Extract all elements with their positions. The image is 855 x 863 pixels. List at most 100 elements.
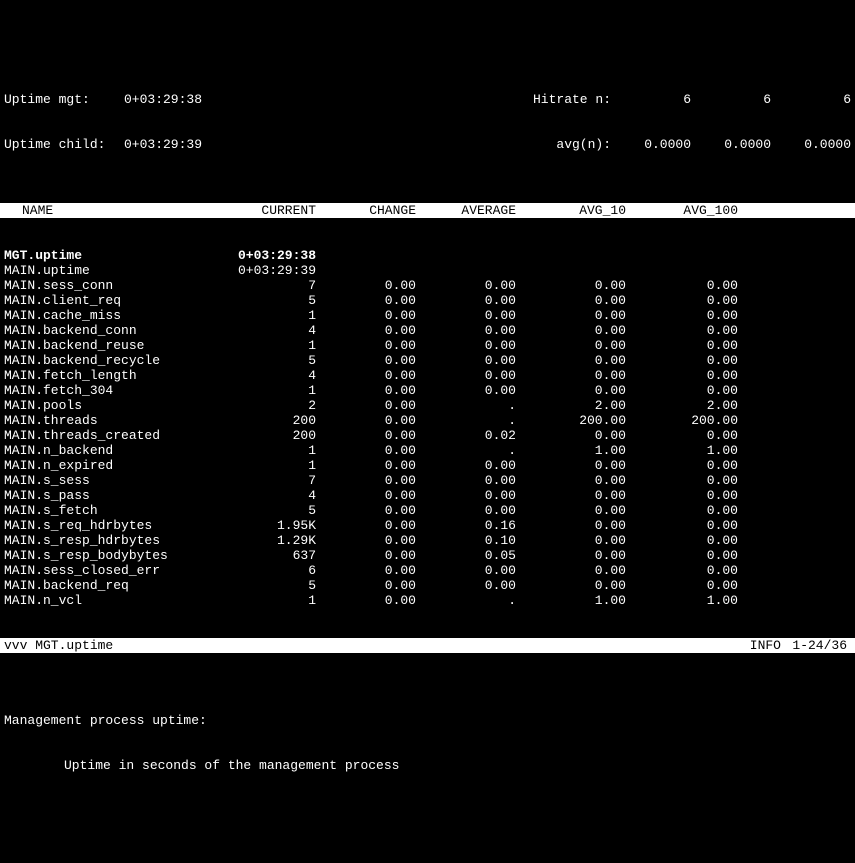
cell-avg10: 2.00 [516, 398, 626, 413]
cell-avg10: 1.00 [516, 443, 626, 458]
hitrate-v2: 6 [691, 92, 771, 107]
cell-current: 1 [234, 338, 316, 353]
avgn-v2: 0.0000 [691, 137, 771, 152]
counter-name: MAIN.threads [4, 413, 234, 428]
hitrate-label: Hitrate n: [511, 92, 611, 107]
cell-change: 0.00 [316, 503, 416, 518]
cell-change: 0.00 [316, 473, 416, 488]
cell-avg100: 1.00 [626, 593, 738, 608]
cell-current: 5 [234, 293, 316, 308]
cell-avg100: 0.00 [626, 518, 738, 533]
table-row[interactable]: MAIN.s_resp_bodybytes6370.000.050.000.00 [4, 548, 851, 563]
cell-average: . [416, 593, 516, 608]
table-row[interactable]: MAIN.pools20.00.2.002.00 [4, 398, 851, 413]
cell-current: 2 [234, 398, 316, 413]
counter-name: MGT.uptime [4, 248, 234, 263]
cell-current: 4 [234, 368, 316, 383]
counter-name: MAIN.uptime [4, 263, 234, 278]
counter-name: MAIN.fetch_304 [4, 383, 234, 398]
cell-change: 0.00 [316, 428, 416, 443]
cell-current: 4 [234, 323, 316, 338]
table-row[interactable]: MAIN.fetch_30410.000.000.000.00 [4, 383, 851, 398]
cell-avg10: 0.00 [516, 353, 626, 368]
selected-counter-name: vvv MGT.uptime [4, 638, 731, 653]
detail-header-bar: vvv MGT.uptime INFO 1-24/36 [0, 638, 855, 653]
cell-average: 0.02 [416, 428, 516, 443]
cell-avg10: 0.00 [516, 278, 626, 293]
cell-avg100: 0.00 [626, 533, 738, 548]
counter-name: MAIN.sess_conn [4, 278, 234, 293]
table-row[interactable]: MAIN.n_backend10.00.1.001.00 [4, 443, 851, 458]
table-row[interactable]: MAIN.sess_conn70.000.000.000.00 [4, 278, 851, 293]
cell-avg100: 0.00 [626, 338, 738, 353]
table-row[interactable]: MAIN.n_vcl10.00.1.001.00 [4, 593, 851, 608]
cell-current: 1 [234, 383, 316, 398]
avgn-label: avg(n): [511, 137, 611, 152]
table-row[interactable]: MAIN.client_req50.000.000.000.00 [4, 293, 851, 308]
table-row[interactable]: MAIN.s_fetch50.000.000.000.00 [4, 503, 851, 518]
cell-avg10: 0.00 [516, 578, 626, 593]
table-row[interactable]: MAIN.s_req_hdrbytes1.95K0.000.160.000.00 [4, 518, 851, 533]
cell-avg10: 0.00 [516, 428, 626, 443]
table-row[interactable]: MAIN.backend_reuse10.000.000.000.00 [4, 338, 851, 353]
cell-current: 1 [234, 443, 316, 458]
table-row[interactable]: MAIN.cache_miss10.000.000.000.00 [4, 308, 851, 323]
cell-change: 0.00 [316, 308, 416, 323]
table-row[interactable]: MAIN.backend_conn40.000.000.000.00 [4, 323, 851, 338]
col-header-name: NAME [4, 203, 234, 218]
cell-avg10: 0.00 [516, 488, 626, 503]
table-row[interactable]: MAIN.uptime0+03:29:39 [4, 263, 851, 278]
cell-change: 0.00 [316, 578, 416, 593]
table-body[interactable]: MGT.uptime0+03:29:38MAIN.uptime0+03:29:3… [0, 248, 855, 608]
counter-name: MAIN.fetch_length [4, 368, 234, 383]
cell-average: 0.10 [416, 533, 516, 548]
table-row[interactable]: MAIN.s_pass40.000.000.000.00 [4, 488, 851, 503]
cell-avg100: 1.00 [626, 443, 738, 458]
cell-avg100: 0.00 [626, 473, 738, 488]
cell-change: 0.00 [316, 293, 416, 308]
table-row[interactable]: MAIN.backend_req50.000.000.000.00 [4, 578, 851, 593]
cell-average: 0.00 [416, 503, 516, 518]
counter-name: MAIN.n_vcl [4, 593, 234, 608]
table-row[interactable]: MAIN.sess_closed_err60.000.000.000.00 [4, 563, 851, 578]
cell-avg100: 2.00 [626, 398, 738, 413]
table-row[interactable]: MAIN.fetch_length40.000.000.000.00 [4, 368, 851, 383]
cell-average: . [416, 398, 516, 413]
counter-name: MAIN.s_resp_bodybytes [4, 548, 234, 563]
avgn-v3: 0.0000 [771, 137, 851, 152]
detail-body: Uptime in seconds of the management proc… [4, 758, 851, 773]
cell-avg100: 0.00 [626, 308, 738, 323]
cell-avg10: 1.00 [516, 593, 626, 608]
table-row[interactable]: MAIN.backend_recycle50.000.000.000.00 [4, 353, 851, 368]
table-row[interactable]: MAIN.s_sess70.000.000.000.00 [4, 473, 851, 488]
cell-avg10: 0.00 [516, 323, 626, 338]
cell-avg100: 0.00 [626, 548, 738, 563]
cell-avg100: 0.00 [626, 368, 738, 383]
cell-average: 0.00 [416, 578, 516, 593]
cell-average: 0.00 [416, 353, 516, 368]
table-row[interactable]: MAIN.s_resp_hdrbytes1.29K0.000.100.000.0… [4, 533, 851, 548]
hitrate-v3: 6 [771, 92, 851, 107]
counter-name: MAIN.cache_miss [4, 308, 234, 323]
table-row[interactable]: MAIN.threads2000.00.200.00200.00 [4, 413, 851, 428]
counter-name: MAIN.s_sess [4, 473, 234, 488]
cell-avg10: 0.00 [516, 308, 626, 323]
top-status-bar: Uptime mgt: 0+03:29:38 Hitrate n: 6 6 6 … [0, 60, 855, 167]
table-header: NAME CURRENT CHANGE AVERAGE AVG_10 AVG_1… [0, 203, 855, 218]
table-row[interactable]: MAIN.threads_created2000.000.020.000.00 [4, 428, 851, 443]
cell-avg100: 0.00 [626, 503, 738, 518]
cell-change: 0.00 [316, 443, 416, 458]
cell-average: 0.00 [416, 293, 516, 308]
cell-change: 0.00 [316, 518, 416, 533]
cell-avg100: 0.00 [626, 458, 738, 473]
table-row[interactable]: MAIN.n_expired10.000.000.000.00 [4, 458, 851, 473]
cell-change: 0.00 [316, 383, 416, 398]
cell-change: 0.00 [316, 398, 416, 413]
cell-average: 0.00 [416, 338, 516, 353]
counter-name: MAIN.threads_created [4, 428, 234, 443]
table-row[interactable]: MGT.uptime0+03:29:38 [4, 248, 851, 263]
cell-current: 1 [234, 593, 316, 608]
hitrate-v1: 6 [611, 92, 691, 107]
counter-name: MAIN.s_pass [4, 488, 234, 503]
cell-current: 200 [234, 413, 316, 428]
